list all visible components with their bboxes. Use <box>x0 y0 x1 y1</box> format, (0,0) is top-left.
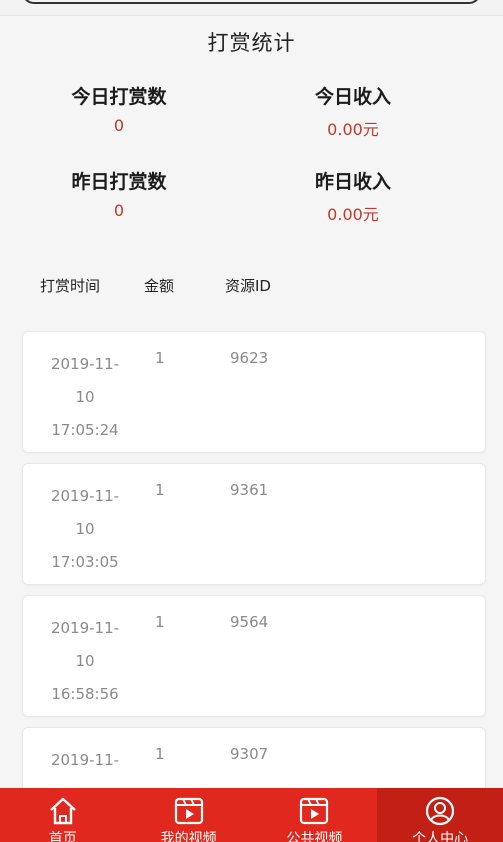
header-amount: 金额 <box>144 277 175 295</box>
tab-label: 公共视频 <box>286 831 343 842</box>
page-title: 打赏统计 <box>207 31 296 55</box>
reward-time: 2019-11- 10 17:05:24 <box>50 355 120 439</box>
home-icon <box>47 796 79 830</box>
reward-list: 2019-11- 10 17:05:24 1 9623 2019-11- 10 … <box>22 331 486 842</box>
today-count-value: 0 <box>113 116 125 135</box>
yesterday-count-label: 昨日打赏数 <box>71 171 167 193</box>
today-income-label: 今日收入 <box>314 86 391 108</box>
reward-resource-id: 9361 <box>230 481 269 499</box>
header-resource-id: 资源ID <box>225 277 271 295</box>
top-strip <box>0 0 503 16</box>
reward-resource-id: 9307 <box>230 745 269 763</box>
video-icon <box>173 796 205 830</box>
reward-time: 2019-11- 10 17:03:05 <box>50 487 120 571</box>
yesterday-count-value: 0 <box>113 201 125 220</box>
list-item[interactable]: 2019-11- 10 16:58:56 1 9564 <box>22 595 486 717</box>
reward-amount: 1 <box>155 349 165 367</box>
reward-resource-id: 9623 <box>230 349 269 367</box>
header-time: 打赏时间 <box>40 277 101 295</box>
today-count-label: 今日打赏数 <box>71 86 167 108</box>
reward-amount: 1 <box>155 613 165 631</box>
reward-amount: 1 <box>155 481 165 499</box>
yesterday-income-value: 0.00元 <box>327 205 379 224</box>
tab-my-videos[interactable]: 我的视频 <box>126 788 252 842</box>
tab-profile[interactable]: 个人中心 <box>377 788 503 842</box>
bottom-tabbar: 首页 我的视频 公共视频 个人中心 <box>0 788 503 842</box>
video-icon <box>298 796 330 830</box>
tab-label: 个人中心 <box>412 831 469 842</box>
list-item[interactable]: 2019-11- 10 17:05:24 1 9623 <box>22 331 486 453</box>
reward-time: 2019-11- 10 16:58:56 <box>50 619 120 703</box>
list-item[interactable]: 2019-11- 10 17:03:05 1 9361 <box>22 463 486 585</box>
tab-label: 首页 <box>48 831 77 842</box>
tab-public-videos[interactable]: 公共视频 <box>252 788 378 842</box>
tab-home[interactable]: 首页 <box>0 788 126 842</box>
reward-amount: 1 <box>155 745 165 763</box>
today-income-value: 0.00元 <box>327 120 379 139</box>
yesterday-income-label: 昨日收入 <box>314 171 391 193</box>
tab-label: 我的视频 <box>160 831 217 842</box>
top-handle <box>22 0 481 4</box>
user-icon <box>424 796 456 830</box>
reward-resource-id: 9564 <box>230 613 269 631</box>
reward-time: 2019-11- <box>50 751 120 769</box>
